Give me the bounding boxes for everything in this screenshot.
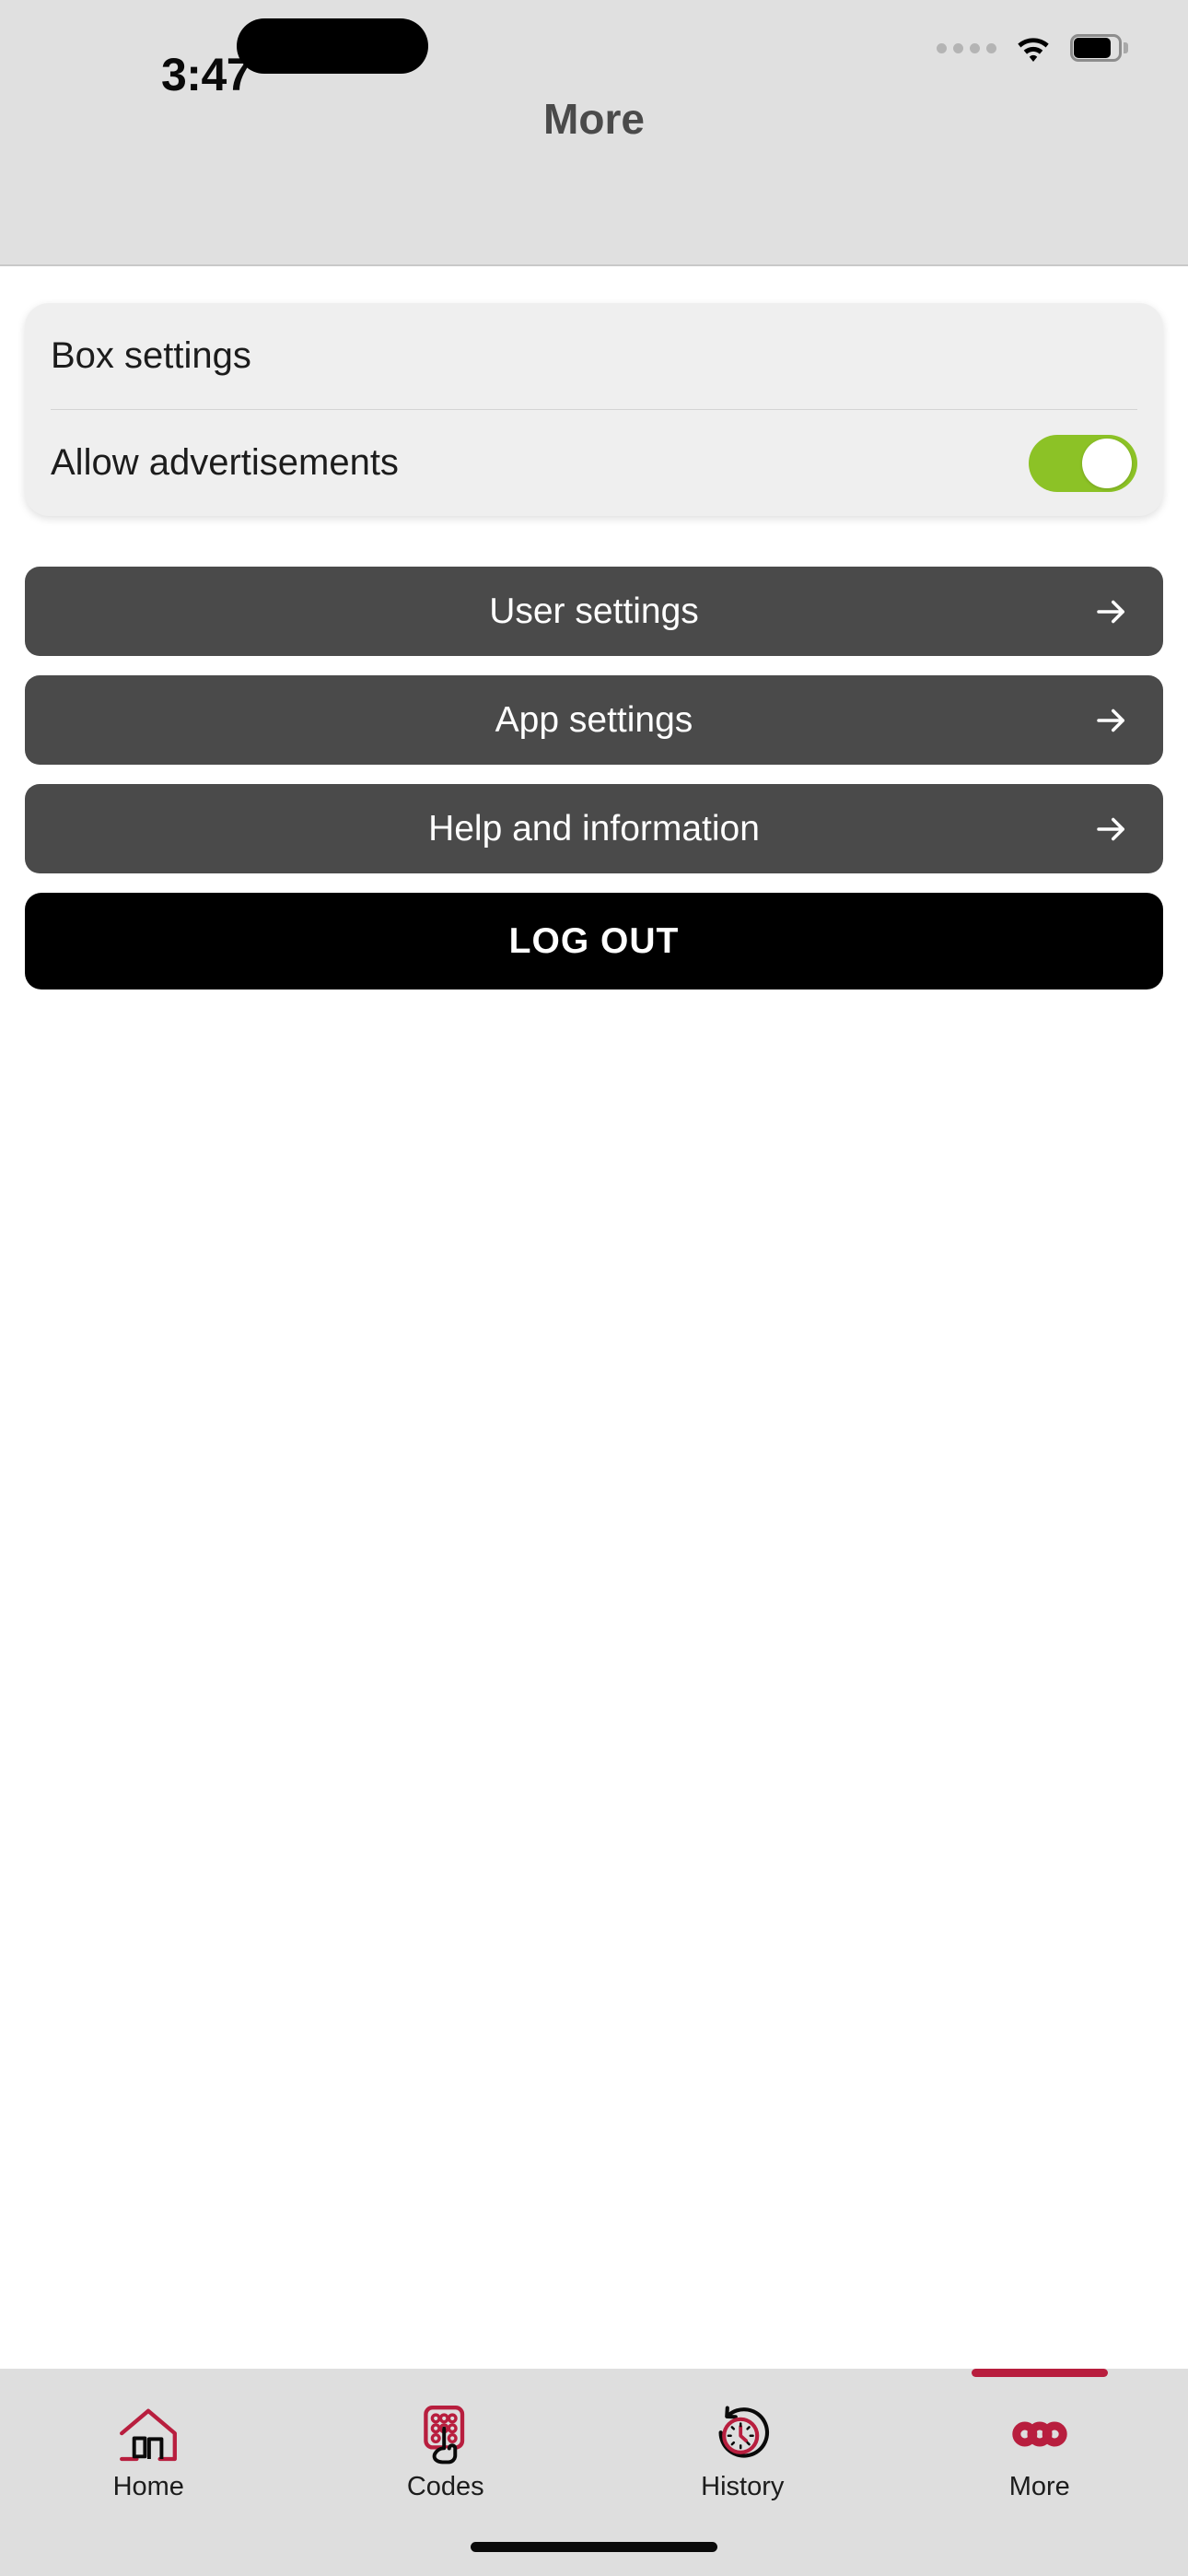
keypad-tap-icon: [413, 2400, 479, 2468]
page-title: More: [543, 95, 645, 143]
status-indicators: [937, 28, 1128, 68]
log-out-button[interactable]: LOG OUT: [25, 893, 1163, 989]
tab-history[interactable]: History: [594, 2400, 891, 2511]
clock-rotate-left-icon: [709, 2400, 775, 2468]
app-screen: 3:47 More Box settings Allow advertiseme…: [0, 0, 1188, 2576]
tab-home[interactable]: Home: [0, 2400, 297, 2511]
arrow-right-icon: [1097, 817, 1124, 840]
user-settings-button[interactable]: User settings: [25, 567, 1163, 656]
user-settings-label: User settings: [489, 591, 699, 631]
main-content: Box settings Allow advertisements User s…: [0, 266, 1188, 2369]
tab-codes[interactable]: Codes: [297, 2400, 595, 2511]
tab-codes-label: Codes: [406, 2472, 484, 2501]
dynamic-island: [237, 18, 428, 74]
top-chrome: 3:47 More: [0, 0, 1188, 266]
settings-card: Box settings Allow advertisements: [25, 303, 1163, 516]
app-settings-button[interactable]: App settings: [25, 675, 1163, 765]
tab-more-label: More: [1008, 2472, 1070, 2501]
help-and-information-label: Help and information: [428, 808, 760, 849]
log-out-label: LOG OUT: [508, 920, 680, 961]
tab-home-label: Home: [112, 2472, 184, 2501]
tab-more[interactable]: More: [891, 2369, 1188, 2511]
tab-history-label: History: [701, 2472, 785, 2501]
wifi-icon: [1018, 38, 1049, 63]
active-tab-indicator: [971, 2369, 1108, 2377]
box-settings-row[interactable]: Box settings: [25, 303, 1163, 409]
box-settings-label: Box settings: [51, 335, 251, 376]
home-icon: [115, 2400, 181, 2468]
allow-advertisements-label: Allow advertisements: [51, 442, 399, 483]
battery-icon: [1070, 34, 1128, 62]
arrow-right-icon: [1097, 600, 1124, 623]
arrow-right-icon: [1097, 708, 1124, 732]
bottom-tab-bar: Home Codes History More: [0, 2369, 1188, 2576]
help-and-information-button[interactable]: Help and information: [25, 784, 1163, 873]
home-indicator: [471, 2542, 717, 2552]
allow-advertisements-row: Allow advertisements: [25, 410, 1163, 516]
nav-button-group: User settings App settings Help and info…: [25, 567, 1163, 989]
ellipsis-icon: [1007, 2400, 1073, 2468]
app-settings-label: App settings: [495, 699, 693, 740]
toggle-knob: [1082, 438, 1132, 488]
cellular-dots-icon: [937, 42, 996, 53]
allow-advertisements-toggle[interactable]: [1029, 434, 1137, 492]
